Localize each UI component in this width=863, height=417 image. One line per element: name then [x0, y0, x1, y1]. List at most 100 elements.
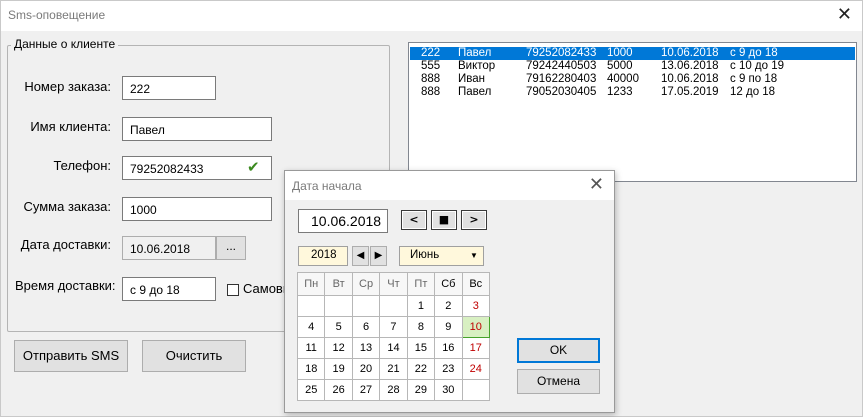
- calendar-day[interactable]: 27: [351, 379, 381, 401]
- client-name-input[interactable]: Павел: [122, 117, 272, 141]
- list-cell-amount: 40000: [607, 73, 639, 85]
- list-cell-order: 555: [421, 60, 441, 72]
- pickup-label: Самовывоз: [243, 281, 288, 296]
- pickup-checkbox[interactable]: [227, 284, 239, 296]
- send-sms-button[interactable]: Отправить SMS: [14, 340, 128, 372]
- month-value: Июнь: [410, 249, 440, 261]
- calendar-day[interactable]: 3: [461, 295, 491, 318]
- checkmark-icon: ✔: [247, 158, 260, 176]
- prev-month-button[interactable]: <: [401, 210, 427, 230]
- month-select[interactable]: Июнь ▼: [399, 246, 484, 266]
- delivery-time-input[interactable]: с 9 до 18: [122, 277, 216, 301]
- delivery-time-label: Время доставки:: [15, 278, 116, 293]
- stop-square-icon: ■: [438, 213, 450, 226]
- list-cell-date: 10.06.2018: [661, 73, 719, 85]
- calendar-day[interactable]: 19: [324, 358, 353, 381]
- calendar-day[interactable]: 26: [324, 379, 353, 401]
- order-number-input[interactable]: 222: [122, 76, 216, 100]
- triangle-left-icon: ◀: [356, 250, 365, 261]
- list-cell-phone: 79252082433: [526, 47, 597, 59]
- title-bar: Sms-оповещение ✕: [1, 1, 862, 31]
- calendar-day[interactable]: 9: [434, 316, 463, 339]
- weekday-header: Вт: [324, 271, 353, 297]
- list-cell-date: 13.06.2018: [661, 60, 719, 72]
- calendar-day[interactable]: 24: [461, 358, 491, 381]
- calendar-day[interactable]: 8: [406, 316, 436, 339]
- calendar-day[interactable]: 5: [324, 316, 353, 339]
- calendar-day[interactable]: 11: [296, 337, 326, 360]
- window-title: Sms-оповещение: [8, 8, 106, 22]
- list-cell-time: 12 до 18: [730, 86, 776, 98]
- client-name-label: Имя клиента:: [30, 119, 111, 134]
- weekday-header: Сб: [434, 271, 463, 297]
- delivery-date-input[interactable]: 10.06.2018: [122, 236, 216, 260]
- weekday-header: Ср: [351, 271, 381, 297]
- dropdown-arrow-icon: ▼: [470, 251, 478, 260]
- list-cell-phone: 79242440503: [526, 60, 597, 72]
- cancel-button[interactable]: Отмена: [517, 369, 600, 394]
- calendar-day[interactable]: 17: [461, 337, 491, 360]
- list-item[interactable]: 222 Павел 79252082433 1000 10.06.2018 с 9 до …: [410, 47, 855, 60]
- list-item[interactable]: 888 Иван 79162280403 40000 10.06.2018 с 9 по …: [410, 73, 855, 86]
- close-icon[interactable]: ✕: [837, 4, 852, 25]
- year-field[interactable]: 2018: [298, 246, 348, 266]
- year-down-button[interactable]: ◀: [352, 246, 369, 266]
- calendar-day[interactable]: 16: [434, 337, 463, 360]
- ok-button[interactable]: OK: [517, 338, 600, 363]
- calendar-day[interactable]: 20: [351, 358, 381, 381]
- chevron-left-icon: <: [409, 213, 419, 226]
- calendar-day[interactable]: 12: [324, 337, 353, 360]
- sms-window: Sms-оповещение ✕ Данные о клиенте Номер …: [0, 0, 863, 417]
- list-cell-name: Павел: [458, 47, 492, 59]
- calendar-day[interactable]: 4: [296, 316, 326, 339]
- phone-label: Телефон:: [53, 158, 111, 173]
- list-cell-time: с 9 до 18: [730, 47, 778, 59]
- amount-input[interactable]: 1000: [122, 197, 272, 221]
- weekday-header: Пт: [406, 271, 436, 297]
- clear-button[interactable]: Очистить: [142, 340, 246, 372]
- calendar-day[interactable]: 30: [434, 379, 463, 401]
- chevron-right-icon: >: [469, 213, 479, 226]
- client-data-legend: Данные о клиенте: [11, 37, 119, 51]
- calendar-day[interactable]: 29: [406, 379, 436, 401]
- amount-label: Сумма заказа:: [23, 199, 111, 214]
- calendar-empty-cell: [296, 295, 326, 318]
- calendar-day[interactable]: 7: [379, 316, 408, 339]
- calendar-empty-cell: [324, 295, 353, 318]
- list-cell-date: 10.06.2018: [661, 47, 719, 59]
- list-cell-time: с 10 до 19: [730, 60, 785, 72]
- calendar-empty-cell: [379, 295, 408, 318]
- list-cell-order: 222: [421, 47, 441, 59]
- calendar-close-icon[interactable]: ✕: [589, 174, 604, 195]
- list-item[interactable]: 888 Павел 79052030405 1233 17.05.2019 12 до 1…: [410, 86, 855, 99]
- calendar-day[interactable]: 18: [296, 358, 326, 381]
- weekday-header: Вс: [461, 271, 491, 297]
- calendar-title: Дата начала: [292, 179, 362, 193]
- calendar-day[interactable]: 14: [379, 337, 408, 360]
- calendar-title-bar: Дата начала ✕: [285, 171, 614, 200]
- date-picker-button[interactable]: ...: [216, 236, 246, 260]
- list-cell-order: 888: [421, 73, 441, 85]
- calendar-day[interactable]: 13: [351, 337, 381, 360]
- calendar-day[interactable]: 15: [406, 337, 436, 360]
- calendar-empty-cell: [461, 379, 491, 401]
- next-month-button[interactable]: >: [461, 210, 487, 230]
- calendar-day[interactable]: 22: [406, 358, 436, 381]
- calendar-date-field[interactable]: 10.06.2018: [298, 209, 388, 233]
- calendar-day[interactable]: 6: [351, 316, 381, 339]
- list-item[interactable]: 555 Виктор 79242440503 5000 13.06.2018 с 10 д…: [410, 60, 855, 73]
- calendar-day[interactable]: 23: [434, 358, 463, 381]
- calendar-day[interactable]: 25: [296, 379, 326, 401]
- calendar-day[interactable]: 10: [461, 316, 491, 339]
- calendar-day[interactable]: 28: [379, 379, 408, 401]
- list-cell-name: Иван: [458, 73, 485, 85]
- calendar-empty-cell: [351, 295, 381, 318]
- orders-list[interactable]: 222 Павел 79252082433 1000 10.06.2018 с 9 до …: [408, 42, 857, 182]
- calendar-day[interactable]: 2: [434, 295, 463, 318]
- today-button[interactable]: ■: [431, 210, 457, 230]
- year-up-button[interactable]: ▶: [370, 246, 387, 266]
- calendar-day[interactable]: 21: [379, 358, 408, 381]
- list-cell-date: 17.05.2019: [661, 86, 719, 98]
- calendar-day[interactable]: 1: [406, 295, 436, 318]
- list-cell-amount: 1233: [607, 86, 633, 98]
